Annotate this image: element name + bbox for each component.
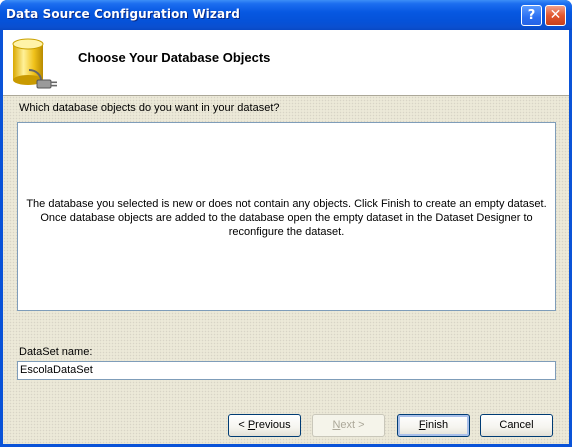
cancel-button[interactable]: Cancel bbox=[480, 414, 553, 437]
empty-message-line: The database you selected is new or does… bbox=[26, 198, 547, 210]
window-title: Data Source Configuration Wizard bbox=[6, 7, 240, 21]
title-bar[interactable]: Data Source Configuration Wizard ? ✕ bbox=[0, 0, 572, 30]
next-label: ext > bbox=[340, 419, 365, 431]
finish-accelerator: F bbox=[418, 419, 426, 431]
database-objects-tree[interactable]: The database you selected is new or does… bbox=[17, 122, 556, 311]
objects-question: Which database objects do you want in yo… bbox=[19, 102, 280, 114]
empty-message-line: reconfigure the dataset. bbox=[228, 226, 345, 238]
next-button[interactable]: Next > bbox=[312, 414, 385, 437]
wizard-body: Choose Your Database Objects Which datab… bbox=[3, 30, 569, 444]
previous-label: revious bbox=[255, 419, 291, 431]
previous-button[interactable]: < Previous bbox=[228, 414, 301, 437]
finish-button[interactable]: Finish bbox=[397, 414, 470, 437]
empty-message-line: Once database objects are added to the d… bbox=[40, 212, 533, 224]
wizard-window: Data Source Configuration Wizard ? ✕ Cho… bbox=[0, 0, 572, 447]
wizard-header: Choose Your Database Objects bbox=[3, 30, 569, 96]
finish-label: inish bbox=[425, 419, 449, 431]
previous-prefix: < bbox=[238, 419, 248, 431]
database-plug-icon bbox=[12, 38, 57, 89]
dataset-name-label: DataSet name: bbox=[19, 346, 93, 358]
help-button[interactable]: ? bbox=[521, 5, 542, 26]
dataset-name-input[interactable]: EscolaDataSet bbox=[17, 361, 556, 380]
close-button[interactable]: ✕ bbox=[545, 5, 566, 26]
empty-database-message: The database you selected is new or does… bbox=[18, 197, 555, 239]
page-title: Choose Your Database Objects bbox=[78, 50, 271, 65]
